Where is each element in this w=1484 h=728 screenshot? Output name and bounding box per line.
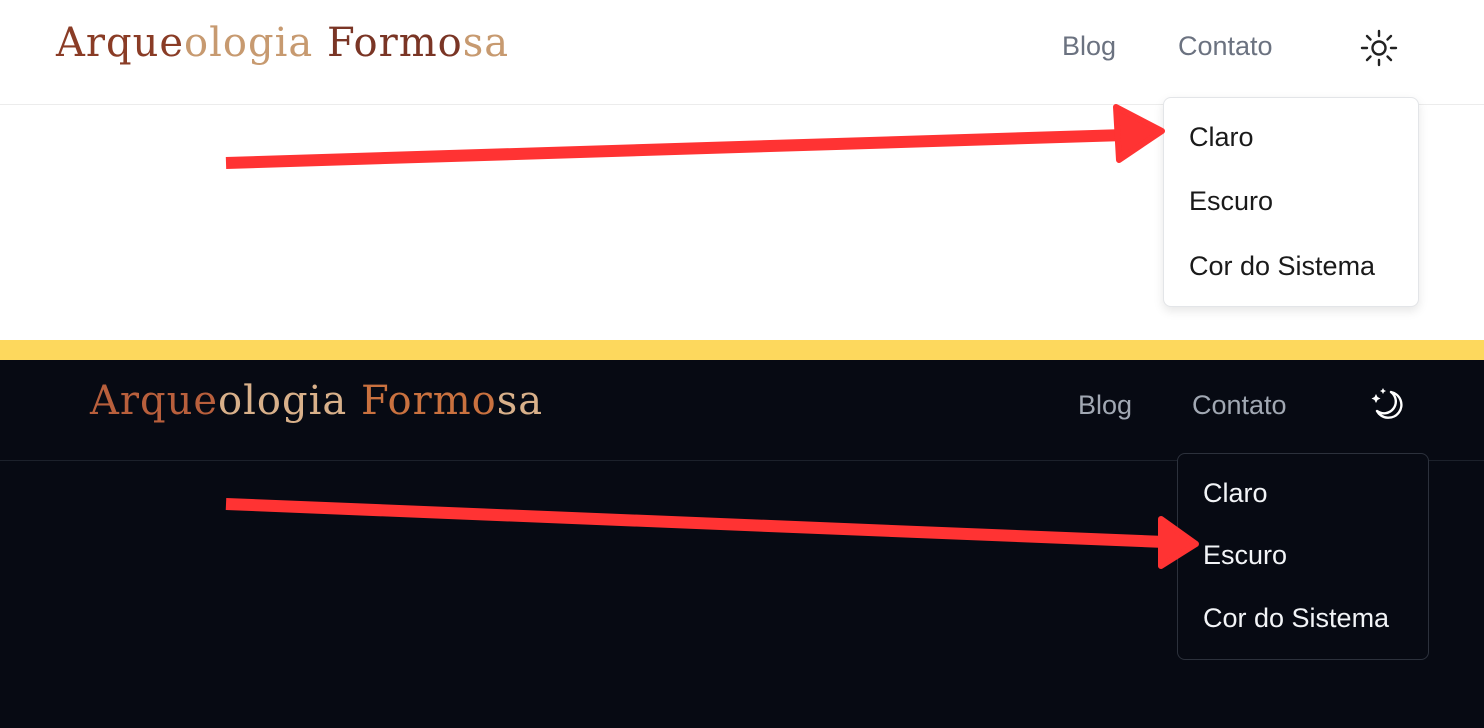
dark-theme-screenshot: Arqueologia Formosa Blog Contato Claro E… <box>0 360 1484 728</box>
annotation-arrow <box>225 104 1165 169</box>
section-divider <box>0 340 1484 360</box>
light-theme-screenshot: Arqueologia Formosa Blog Contato Claro E… <box>0 0 1484 340</box>
annotation-arrow <box>225 498 1199 569</box>
